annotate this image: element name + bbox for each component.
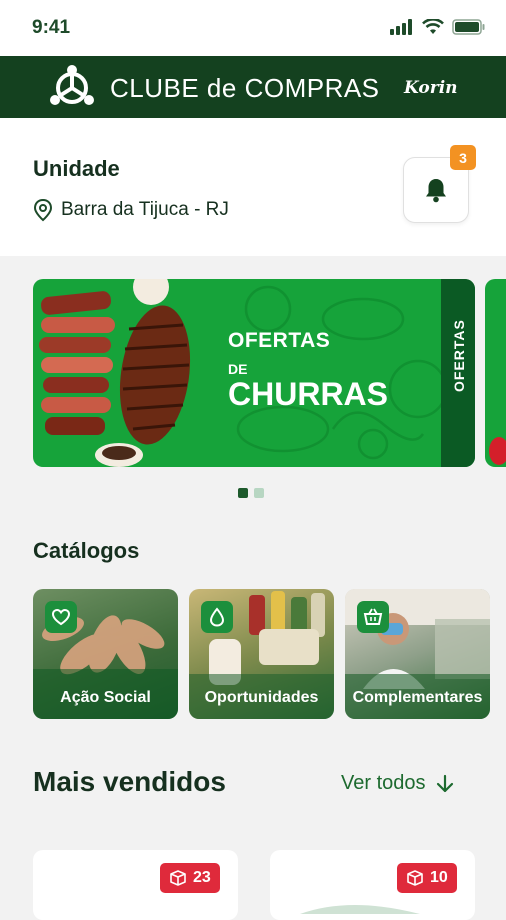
- catalog-label: Oportunidades: [204, 689, 319, 706]
- unit-section: Unidade Barra da Tijuca - RJ: [0, 118, 506, 256]
- product-card[interactable]: 23: [33, 850, 238, 920]
- box-icon: [407, 870, 423, 886]
- catalog-label: Complementares: [352, 689, 483, 706]
- unit-title: Unidade: [33, 156, 120, 181]
- banner-side-label: OFERTAS: [451, 319, 467, 392]
- app-title: CLUBE de COMPRAS: [110, 73, 380, 103]
- catalog-card-oportunidades[interactable]: Oportunidades: [189, 589, 334, 719]
- banner-title-line2: DE: [228, 361, 248, 377]
- steak-illustration: [39, 279, 191, 467]
- location-pin-icon: [33, 198, 53, 222]
- catalog-card-acao-social[interactable]: Ação Social: [33, 589, 178, 719]
- view-all-link[interactable]: Ver todos: [341, 772, 454, 795]
- promo-banner[interactable]: OFERTAS DE CHURRAS OFERTAS: [33, 279, 475, 467]
- signal-icon: [390, 19, 412, 35]
- brand-logo: Korin: [404, 78, 458, 98]
- view-all-label: Ver todos: [341, 772, 426, 794]
- catalog-list: Ação Social Oportunidades Complementares: [33, 589, 490, 719]
- box-icon: [170, 870, 186, 886]
- wifi-icon: [422, 19, 444, 34]
- catalog-icon-droplet: [201, 601, 233, 633]
- carousel-dots: [238, 488, 264, 498]
- banner-title-line1: OFERTAS: [228, 329, 331, 352]
- catalog-icon-heart: [45, 601, 77, 633]
- pepper-illustration: [489, 437, 506, 465]
- carousel-dot[interactable]: [254, 488, 264, 498]
- banner-title-line3: CHURRAS: [228, 376, 388, 412]
- carousel-dot-active[interactable]: [238, 488, 248, 498]
- arrow-down-icon: [436, 774, 453, 792]
- battery-icon: [452, 19, 485, 35]
- catalog-label: Ação Social: [60, 689, 151, 706]
- basket-icon: [363, 608, 383, 625]
- club-logo-icon: [50, 65, 94, 105]
- status-icons: [390, 19, 486, 35]
- status-time: 9:41: [32, 17, 71, 38]
- bell-icon: [426, 179, 446, 203]
- status-bar: 9:41: [0, 0, 506, 56]
- product-image: [300, 905, 420, 914]
- bestsellers-title: Mais vendidos: [33, 766, 226, 797]
- notification-badge: 3: [450, 145, 476, 170]
- product-count: 10: [430, 869, 448, 886]
- location-text: Barra da Tijuca - RJ: [61, 199, 229, 220]
- app-header: CLUBE de COMPRAS Korin: [0, 56, 506, 118]
- catalog-card-complementares[interactable]: Complementares: [345, 589, 490, 719]
- droplet-icon: [209, 607, 225, 627]
- catalog-icon-basket: [357, 601, 389, 633]
- product-card[interactable]: 10: [270, 850, 475, 920]
- unit-location[interactable]: Barra da Tijuca - RJ: [33, 198, 229, 222]
- next-banner-preview[interactable]: [485, 279, 506, 467]
- catalogs-title: Catálogos: [33, 538, 140, 563]
- product-count-badge: 10: [397, 863, 457, 893]
- heart-hand-icon: [51, 608, 71, 626]
- product-count: 23: [193, 869, 211, 886]
- product-count-badge: 23: [160, 863, 220, 893]
